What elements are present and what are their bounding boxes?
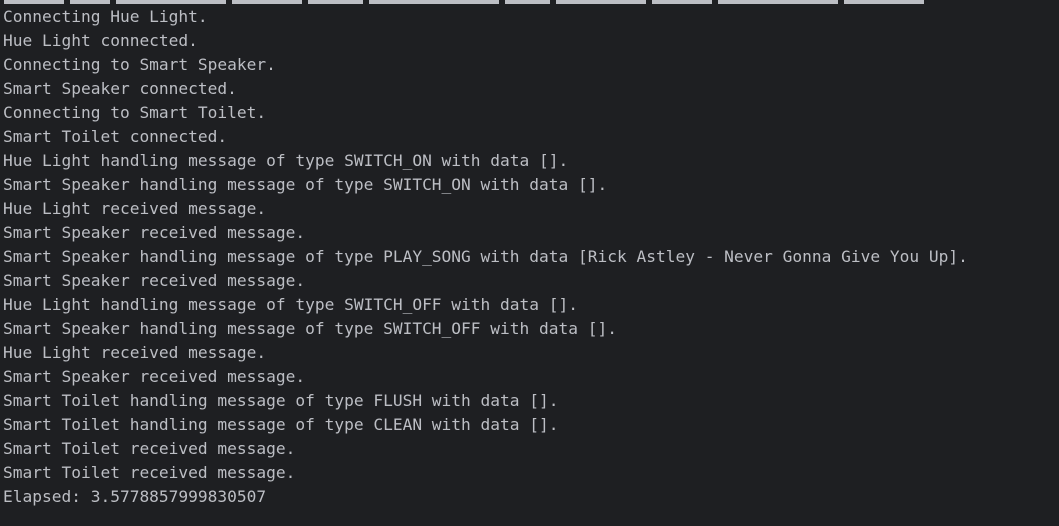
console-line: Hue Light handling message of type SWITC… [3,295,578,314]
console-line: Smart Speaker handling message of type P… [3,247,968,266]
console-line: Smart Toilet received message. [3,439,296,458]
elapsed-time-line: Elapsed: 3.5778857999830507 [3,487,267,506]
console-line: Smart Toilet received message. [3,463,296,482]
clipped-previous-line [4,0,974,4]
console-line: Smart Toilet connected. [3,127,228,146]
console-line: Smart Toilet handling message of type FL… [3,391,559,410]
console-line: Hue Light received message. [3,343,267,362]
console-lines: Connecting Hue Light. Hue Light connecte… [3,5,968,509]
console-line: Smart Speaker connected. [3,79,237,98]
console-line: Smart Speaker received message. [3,223,306,242]
console-line: Hue Light received message. [3,199,267,218]
console-line: Smart Toilet handling message of type CL… [3,415,559,434]
console-line: Hue Light connected. [3,31,198,50]
console-line: Smart Speaker handling message of type S… [3,319,617,338]
console-line: Smart Speaker received message. [3,367,306,386]
console-line: Connecting Hue Light. [3,7,208,26]
console-line: Connecting to Smart Speaker. [3,55,276,74]
console-line: Connecting to Smart Toilet. [3,103,267,122]
console-line: Hue Light handling message of type SWITC… [3,151,569,170]
console-output[interactable]: Connecting Hue Light. Hue Light connecte… [0,0,1059,526]
console-line: Smart Speaker handling message of type S… [3,175,608,194]
console-line: Smart Speaker received message. [3,271,306,290]
